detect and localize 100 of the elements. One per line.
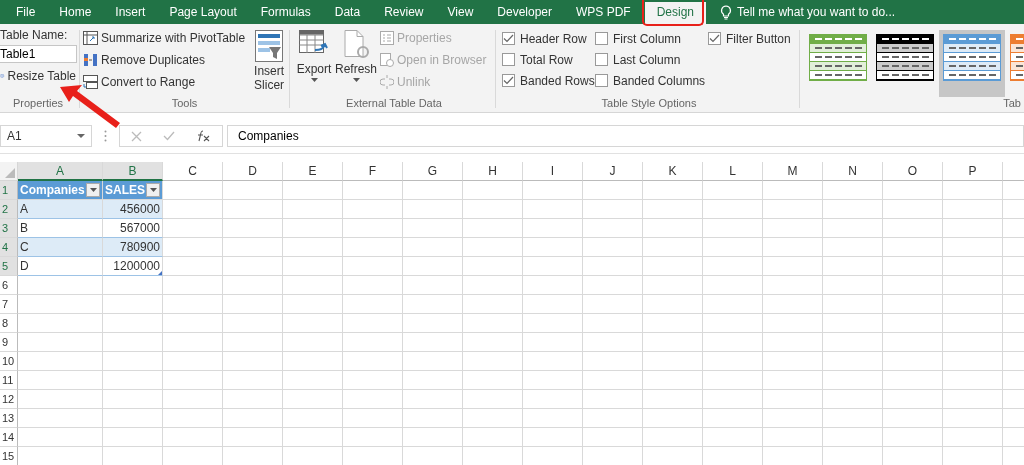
column-header[interactable]: G — [403, 162, 463, 181]
checkbox[interactable] — [595, 32, 608, 45]
convert-range-icon — [83, 74, 98, 89]
group-label: Tab — [1002, 97, 1021, 111]
ribbon-tab[interactable]: Formulas — [250, 0, 321, 24]
ribbon-button[interactable]: Refresh — [338, 28, 374, 82]
column-header[interactable]: P — [943, 162, 1003, 181]
style-option-checkbox[interactable]: Banded Columns — [595, 70, 708, 91]
checkbox[interactable] — [595, 53, 608, 66]
ribbon-tab[interactable]: WPS PDF — [566, 0, 641, 24]
ribbon-tab[interactable]: Review — [374, 0, 434, 24]
table-cell: C — [18, 238, 103, 257]
table-cell: SALES — [103, 181, 163, 200]
style-option-checkbox[interactable]: Filter Button — [708, 28, 798, 49]
style-option-checkbox[interactable]: Header Row — [502, 28, 595, 49]
tool-button[interactable]: Convert to Range — [83, 72, 246, 91]
group-label: Table Style Options — [600, 97, 698, 111]
pivot-table-icon — [83, 30, 98, 45]
ribbon-button[interactable]: Export — [296, 28, 332, 82]
row-header[interactable]: 13 — [0, 409, 18, 428]
insert-slicer-button[interactable]: Insert Slicer — [251, 28, 288, 92]
caret-icon — [149, 188, 157, 192]
column-header[interactable]: F — [343, 162, 403, 181]
row-header[interactable]: 12 — [0, 390, 18, 409]
tool-button[interactable]: Remove Duplicates — [83, 50, 246, 69]
checkbox[interactable] — [502, 32, 515, 45]
dropdown-caret-icon — [352, 78, 360, 82]
unlink-icon — [380, 74, 394, 89]
column-header[interactable]: K — [643, 162, 703, 181]
checkbox[interactable] — [502, 74, 515, 87]
group-label: Properties — [11, 97, 65, 111]
ribbon-tab[interactable]: Data — [324, 0, 371, 24]
lightbulb-icon — [720, 4, 733, 20]
table-cell: 780900 — [103, 238, 163, 257]
column-header[interactable]: C — [163, 162, 223, 181]
ribbon-tab[interactable]: Page Layout — [159, 0, 247, 24]
style-option-checkbox[interactable]: Last Column — [595, 49, 708, 70]
table-cell: D — [18, 257, 103, 276]
column-header[interactable]: D — [223, 162, 283, 181]
row-header[interactable]: 14 — [0, 428, 18, 447]
row-header[interactable]: 1 — [0, 181, 18, 200]
row-header[interactable]: 9 — [0, 333, 18, 352]
row-header[interactable]: 5 — [0, 257, 18, 276]
name-box[interactable]: A1 — [0, 125, 92, 147]
column-header[interactable]: B — [103, 162, 163, 181]
row-header[interactable]: 2 — [0, 200, 18, 219]
column-header[interactable]: A — [18, 162, 103, 181]
row-header[interactable]: 4 — [0, 238, 18, 257]
tool-button[interactable]: Summarize with PivotTable — [83, 28, 246, 47]
resize-table-button[interactable]: Resize Table — [0, 66, 76, 85]
column-header[interactable]: E — [283, 162, 343, 181]
slicer-icon — [255, 30, 284, 62]
row-header[interactable]: 7 — [0, 295, 18, 314]
style-option-checkbox[interactable]: Banded Rows — [502, 70, 595, 91]
formula-field[interactable]: Companies — [227, 125, 1024, 147]
checkbox[interactable] — [502, 53, 515, 66]
column-header[interactable]: L — [703, 162, 763, 181]
enter-check-icon[interactable] — [163, 131, 176, 141]
column-header[interactable]: N — [823, 162, 883, 181]
table-cell: A — [18, 200, 103, 219]
ribbon-tab[interactable]: Home — [49, 0, 102, 24]
row-header[interactable]: 15 — [0, 447, 18, 465]
column-header[interactable]: I — [523, 162, 583, 181]
insert-function-icon[interactable] — [197, 130, 212, 142]
style-option-checkbox[interactable]: First Column — [595, 28, 708, 49]
column-header[interactable]: H — [463, 162, 523, 181]
dropdown-caret-icon — [310, 78, 318, 82]
filter-dropdown-button[interactable] — [146, 183, 160, 197]
row-header[interactable]: 10 — [0, 352, 18, 371]
column-header[interactable]: M — [763, 162, 823, 181]
grip-icon — [104, 130, 107, 142]
row-header[interactable]: 6 — [0, 276, 18, 295]
table-cell: 456000 — [103, 200, 163, 219]
table-cell: 1200000 — [103, 257, 163, 276]
row-header[interactable]: 8 — [0, 314, 18, 333]
row-header[interactable]: 11 — [0, 371, 18, 390]
filter-dropdown-button[interactable] — [86, 183, 100, 197]
table-name-label: Table Name: — [0, 28, 69, 42]
style-option-checkbox[interactable]: Total Row — [502, 49, 595, 70]
dropdown-caret-icon — [77, 134, 85, 138]
highlight-box — [642, 0, 704, 26]
row-header[interactable]: 3 — [0, 219, 18, 238]
remove-duplicates-icon — [83, 52, 98, 67]
checkbox[interactable] — [708, 32, 721, 45]
column-header[interactable]: J — [583, 162, 643, 181]
browser-page-icon — [380, 52, 394, 67]
tell-me-field[interactable]: Tell me what you want to do... — [720, 0, 948, 24]
table-resize-handle-icon[interactable] — [158, 271, 162, 275]
table-cell: Companies — [18, 181, 103, 200]
table-style-swatch[interactable] — [939, 30, 1005, 97]
column-header[interactable]: O — [883, 162, 943, 181]
ribbon-tab[interactable]: Insert — [105, 0, 156, 24]
ribbon-tab[interactable]: View — [437, 0, 484, 24]
ribbon-tab[interactable]: Developer — [487, 0, 562, 24]
refresh-document-icon — [341, 30, 371, 60]
ribbon-tab[interactable]: File — [6, 0, 46, 24]
checkbox[interactable] — [595, 74, 608, 87]
table-name-field[interactable]: Table1 — [0, 45, 77, 63]
ribbon-tab[interactable]: Design — [644, 2, 707, 24]
group-label: Tools — [170, 97, 199, 111]
